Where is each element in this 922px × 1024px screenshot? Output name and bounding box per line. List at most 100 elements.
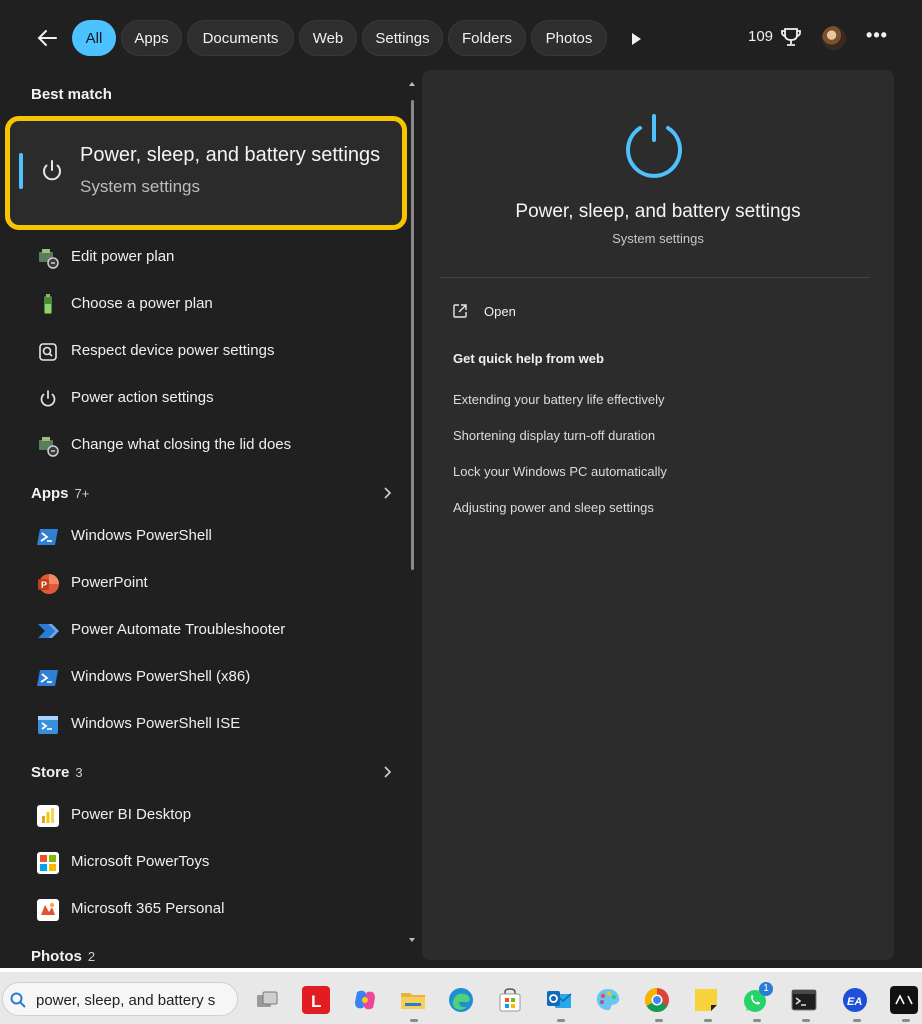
battery-icon	[44, 294, 52, 314]
paint-icon[interactable]	[594, 986, 622, 1014]
power-plan-icon	[39, 437, 59, 457]
chevron-right-icon[interactable]	[380, 765, 394, 779]
power-bi-icon	[37, 805, 59, 827]
file-explorer-icon[interactable]	[399, 986, 427, 1014]
more-filters-button[interactable]	[624, 28, 648, 50]
best-match-card[interactable]: Power, sleep, and battery settings Syste…	[5, 116, 407, 230]
taskbar-search-text[interactable]: power, sleep, and battery s	[36, 992, 231, 1009]
search-panel: All Apps Documents Web Settings Folders …	[0, 0, 922, 968]
help-link[interactable]: Adjusting power and sleep settings	[453, 500, 654, 515]
result-label: Change what closing the lid does	[71, 436, 292, 453]
running-indicator	[853, 1019, 861, 1022]
tab-web[interactable]: Web	[299, 20, 357, 56]
best-match-heading: Best match	[31, 86, 112, 103]
store-microsoft-powertoys[interactable]: Microsoft PowerToys	[20, 841, 400, 883]
help-link[interactable]: Extending your battery life effectively	[453, 392, 665, 407]
result-power-action[interactable]: Power action settings	[20, 377, 400, 419]
play-icon	[632, 33, 641, 45]
avatar[interactable]	[822, 26, 846, 50]
taskbar-search-box[interactable]: power, sleep, and battery s	[2, 982, 238, 1016]
svg-text:P: P	[41, 580, 47, 590]
app-windows-powershell-x86[interactable]: Windows PowerShell (x86)	[20, 656, 400, 698]
powershell-icon	[37, 670, 58, 686]
power-icon	[626, 114, 682, 178]
powershell-icon	[37, 529, 58, 545]
result-label: Microsoft PowerToys	[71, 853, 210, 870]
powertoys-icon	[37, 852, 59, 874]
result-label: Power Automate Troubleshooter	[71, 621, 286, 638]
svg-text:L: L	[311, 992, 321, 1011]
taskbar: power, sleep, and battery s L 1 EA	[0, 972, 922, 1024]
preview-divider	[440, 277, 870, 278]
result-choose-power-plan[interactable]: Choose a power plan	[20, 283, 400, 325]
edge-icon[interactable]	[447, 986, 475, 1014]
notification-badge: 1	[759, 982, 773, 996]
tab-photos[interactable]: Photos	[531, 20, 607, 56]
acer-icon[interactable]	[890, 986, 918, 1014]
copilot-icon[interactable]	[351, 986, 379, 1014]
tab-all[interactable]: All	[72, 20, 116, 56]
app-powerpoint[interactable]: P PowerPoint	[20, 562, 400, 604]
running-indicator	[655, 1019, 663, 1022]
store-microsoft-365-personal[interactable]: Microsoft 365 Personal	[20, 888, 400, 930]
result-label: Windows PowerShell	[71, 527, 212, 544]
power-automate-icon	[38, 624, 59, 638]
tab-folders[interactable]: Folders	[448, 20, 526, 56]
results-list: Best match Power, sleep, and battery set…	[0, 72, 420, 968]
result-respect-device-power[interactable]: Respect device power settings	[20, 330, 400, 372]
chrome-icon[interactable]	[643, 986, 671, 1014]
scrollbar-thumb[interactable]	[411, 100, 414, 570]
outlook-icon[interactable]	[545, 986, 573, 1014]
result-label: Edit power plan	[71, 248, 175, 265]
power-icon	[40, 390, 56, 407]
store-heading[interactable]: Store 3	[31, 764, 83, 781]
open-button[interactable]: Open	[452, 300, 572, 324]
app-windows-powershell-ise[interactable]: Windows PowerShell ISE	[20, 703, 400, 745]
store-heading-label: Store	[31, 764, 70, 781]
best-match-subtitle: System settings	[80, 177, 200, 196]
result-label: Power BI Desktop	[71, 806, 192, 823]
ea-icon[interactable]: EA	[841, 986, 869, 1014]
store-power-bi-desktop[interactable]: Power BI Desktop	[20, 794, 400, 836]
result-closing-lid[interactable]: Change what closing the lid does	[20, 424, 400, 466]
store-icon[interactable]	[496, 986, 524, 1014]
rewards-button[interactable]	[780, 25, 802, 49]
help-link[interactable]: Shortening display turn-off duration	[453, 428, 655, 443]
chevron-right-icon[interactable]	[380, 486, 394, 500]
filter-bar: All Apps Documents Web Settings Folders …	[0, 0, 922, 72]
result-label: Windows PowerShell ISE	[71, 715, 241, 732]
preview-title: Power, sleep, and battery settings	[515, 201, 801, 222]
apps-heading-label: Apps	[31, 485, 69, 502]
svg-text:EA: EA	[847, 996, 862, 1008]
result-edit-power-plan[interactable]: Edit power plan	[20, 236, 400, 278]
terminal-icon[interactable]	[790, 986, 818, 1014]
photos-heading[interactable]: Photos 2	[31, 948, 95, 965]
running-indicator	[753, 1019, 761, 1022]
tab-settings[interactable]: Settings	[362, 20, 443, 56]
running-indicator	[704, 1019, 712, 1022]
result-label: PowerPoint	[71, 574, 148, 591]
app-windows-powershell[interactable]: Windows PowerShell	[20, 515, 400, 557]
sticky-notes-icon[interactable]	[692, 986, 720, 1014]
back-arrow-icon	[37, 30, 57, 46]
more-options-button[interactable]: •••	[866, 26, 888, 50]
power-icon	[43, 160, 61, 181]
apps-heading[interactable]: Apps 7+	[31, 485, 89, 502]
help-link[interactable]: Lock your Windows PC automatically	[453, 464, 667, 479]
device-search-icon	[39, 343, 57, 361]
back-button[interactable]	[30, 22, 64, 54]
result-label: Windows PowerShell (x86)	[71, 668, 251, 685]
l-app-icon[interactable]: L	[302, 986, 330, 1014]
tab-documents[interactable]: Documents	[187, 20, 294, 56]
app-power-automate-troubleshooter[interactable]: Power Automate Troubleshooter	[20, 609, 400, 651]
scroll-up-icon[interactable]	[408, 80, 416, 88]
task-view-icon[interactable]	[253, 986, 281, 1014]
selection-indicator	[19, 153, 23, 189]
scroll-down-icon[interactable]	[408, 936, 416, 944]
photos-heading-label: Photos	[31, 948, 82, 965]
running-indicator	[802, 1019, 810, 1022]
tab-apps[interactable]: Apps	[121, 20, 182, 56]
rewards-points: 109	[748, 28, 774, 45]
powerpoint-icon: P	[38, 574, 59, 594]
best-match-title: Power, sleep, and battery settings	[80, 144, 381, 166]
